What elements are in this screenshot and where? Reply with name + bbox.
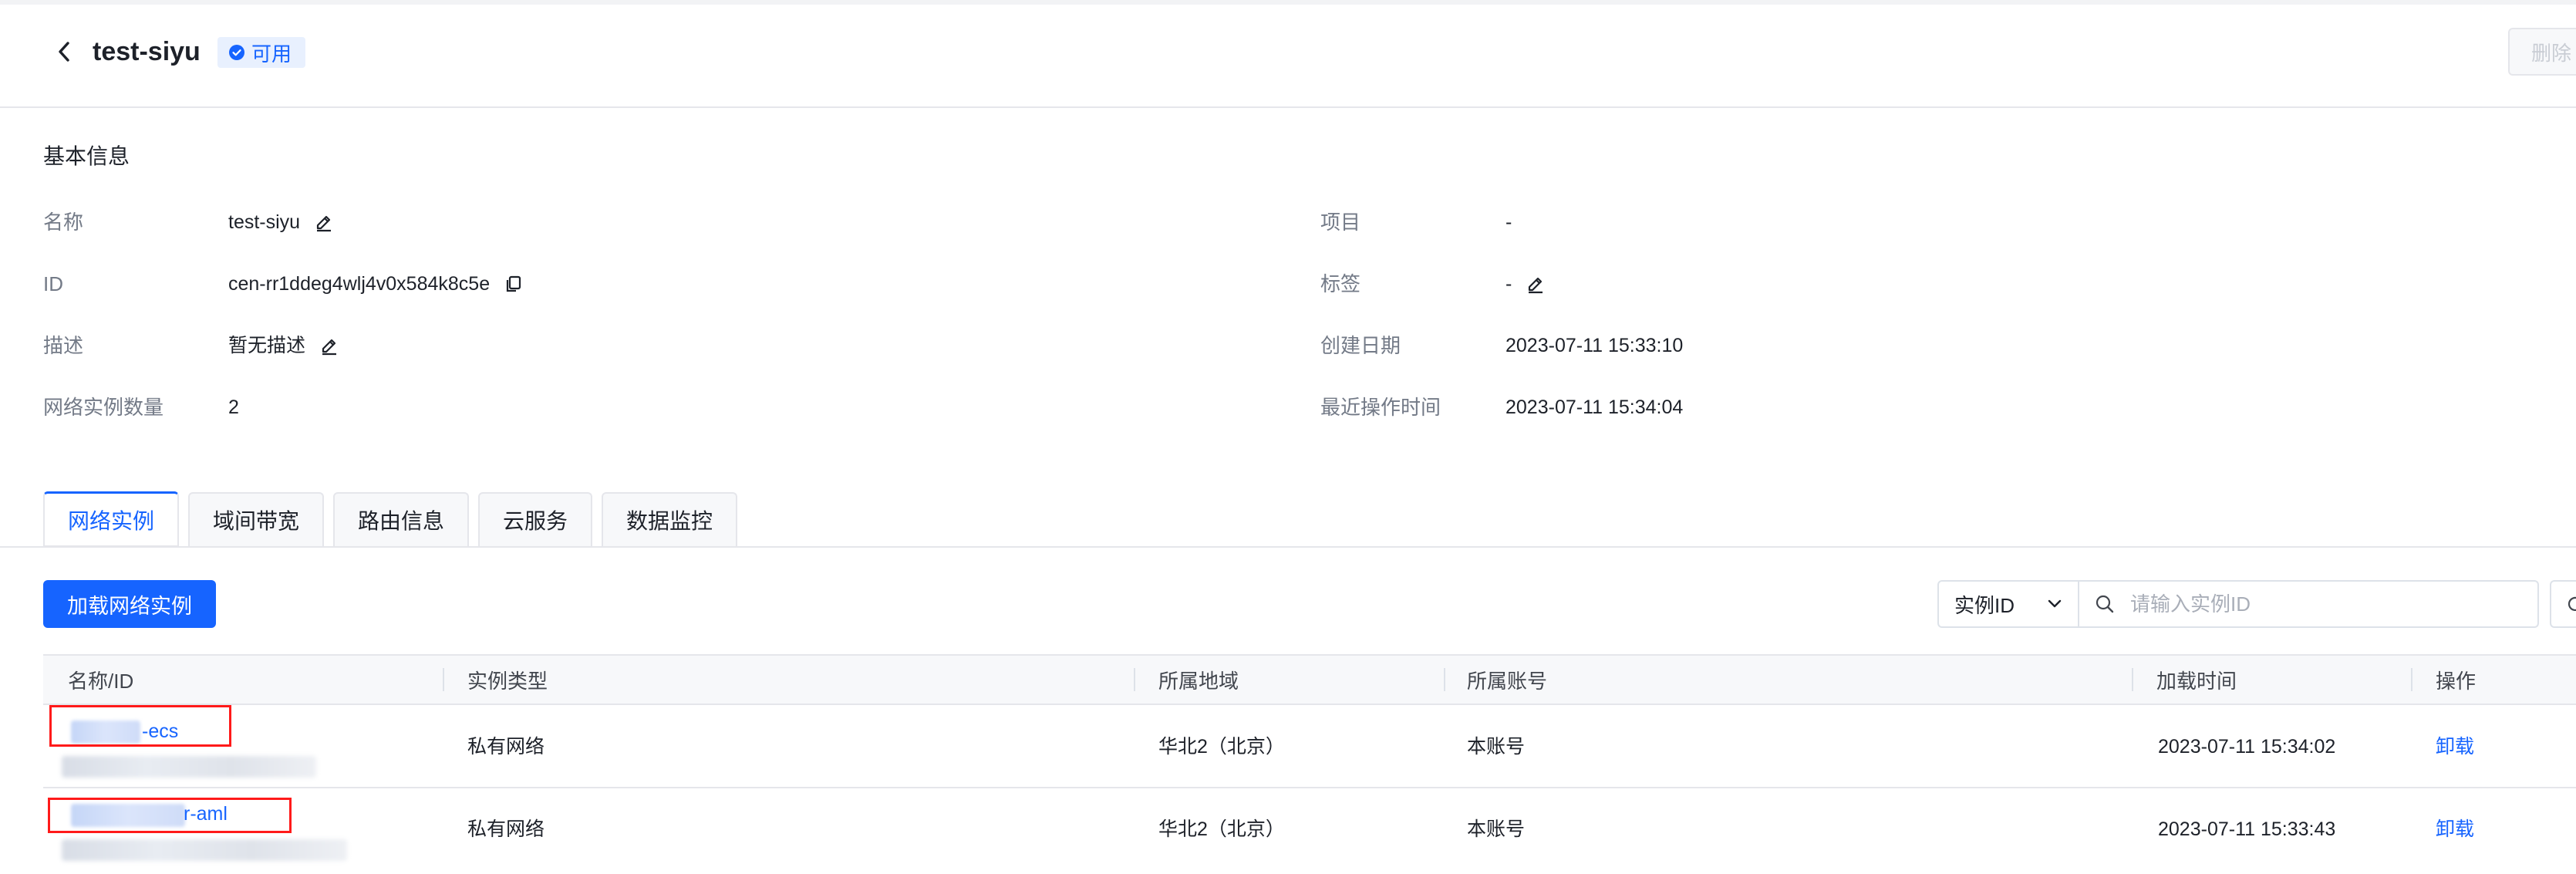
copy-icon[interactable]: [504, 274, 524, 294]
region-cell: 华北2（北京）: [1158, 736, 1285, 758]
search-input[interactable]: [2129, 591, 2487, 617]
status-text: 可用: [251, 42, 292, 66]
section-title-basic-info: 基本信息: [43, 144, 130, 168]
redacted-instance-id: [62, 756, 316, 778]
search-box[interactable]: [2078, 580, 2539, 628]
edit-icon[interactable]: [314, 212, 334, 232]
instance-count-label: 网络实例数量: [43, 396, 164, 419]
tags-value: -: [1505, 273, 1512, 295]
tags-value-group: -: [1505, 270, 1546, 298]
instance-type-cell: 私有网络: [467, 818, 545, 840]
edit-icon[interactable]: [1526, 274, 1546, 294]
highlight-box: [48, 798, 292, 833]
refresh-icon: [2568, 596, 2576, 611]
column-header-actions: 操作: [2436, 669, 2477, 693]
column-separator: [2411, 668, 2412, 691]
load-time-cell: 2023-07-11 15:33:43: [2158, 818, 2336, 840]
column-header-load-time: 加载时间: [2156, 669, 2237, 693]
top-border: [0, 0, 2576, 5]
desc-label: 描述: [43, 334, 84, 357]
filter-select-value: 实例ID: [1954, 593, 2015, 617]
unload-link[interactable]: 卸载: [2436, 815, 2474, 843]
desc-value-group: 暂无描述: [228, 332, 339, 359]
column-header-name-id: 名称/ID: [68, 669, 134, 693]
recent-op-value: 2023-07-11 15:34:04: [1505, 397, 1684, 418]
id-label: ID: [43, 272, 63, 295]
column-separator: [1444, 668, 1445, 691]
status-badge: 可用: [217, 37, 306, 68]
chevron-down-icon: [2048, 599, 2062, 608]
instance-type-cell: 私有网络: [467, 736, 545, 758]
edit-icon[interactable]: [319, 336, 339, 356]
recent-op-label: 最近操作时间: [1320, 396, 1441, 419]
account-cell: 本账号: [1467, 818, 1526, 840]
column-header-instance-type: 实例类型: [467, 669, 548, 693]
tab-cloud-services[interactable]: 云服务: [478, 492, 592, 546]
tab-network-instances[interactable]: 网络实例: [43, 491, 179, 547]
column-separator: [2132, 668, 2133, 691]
tab-inter-region-bandwidth[interactable]: 域间带宽: [188, 492, 324, 546]
column-separator: [443, 668, 444, 691]
name-label: 名称: [43, 211, 84, 234]
created-label: 创建日期: [1320, 334, 1401, 357]
redacted-instance-id: [62, 839, 347, 861]
tags-label: 标签: [1320, 272, 1361, 295]
unload-link[interactable]: 卸载: [2436, 733, 2474, 761]
name-value-group: test-siyu: [228, 208, 334, 236]
column-separator: [1134, 668, 1135, 691]
filter-select[interactable]: 实例ID: [1937, 580, 2079, 628]
project-label: 项目: [1320, 211, 1361, 234]
check-circle-icon: [229, 45, 244, 60]
id-value: cen-rr1ddeg4wlj4v0x584k8c5e: [228, 273, 491, 295]
desc-value: 暂无描述: [228, 335, 306, 356]
header-divider: [0, 106, 2576, 108]
page-title: test-siyu: [93, 37, 201, 66]
tabs-divider: [0, 546, 2576, 548]
region-cell: 华北2（北京）: [1158, 818, 1285, 840]
back-icon[interactable]: [51, 34, 77, 69]
highlight-box: [49, 705, 231, 747]
load-network-instance-button[interactable]: 加载网络实例: [43, 580, 216, 628]
instance-count-value: 2: [228, 397, 239, 418]
tab-route-info[interactable]: 路由信息: [333, 492, 469, 546]
name-value: test-siyu: [228, 211, 301, 233]
refresh-button[interactable]: [2550, 580, 2576, 628]
column-header-account: 所属账号: [1467, 669, 1548, 693]
tab-data-monitoring[interactable]: 数据监控: [602, 492, 737, 546]
column-header-region: 所属地域: [1158, 669, 1239, 693]
project-value: -: [1505, 211, 1512, 233]
search-icon: [2096, 595, 2114, 613]
load-time-cell: 2023-07-11 15:34:02: [2158, 736, 2336, 758]
account-cell: 本账号: [1467, 736, 1526, 758]
created-value: 2023-07-11 15:33:10: [1505, 335, 1684, 356]
id-value-group: cen-rr1ddeg4wlj4v0x584k8c5e: [228, 270, 524, 298]
delete-button[interactable]: 删除: [2508, 28, 2576, 76]
